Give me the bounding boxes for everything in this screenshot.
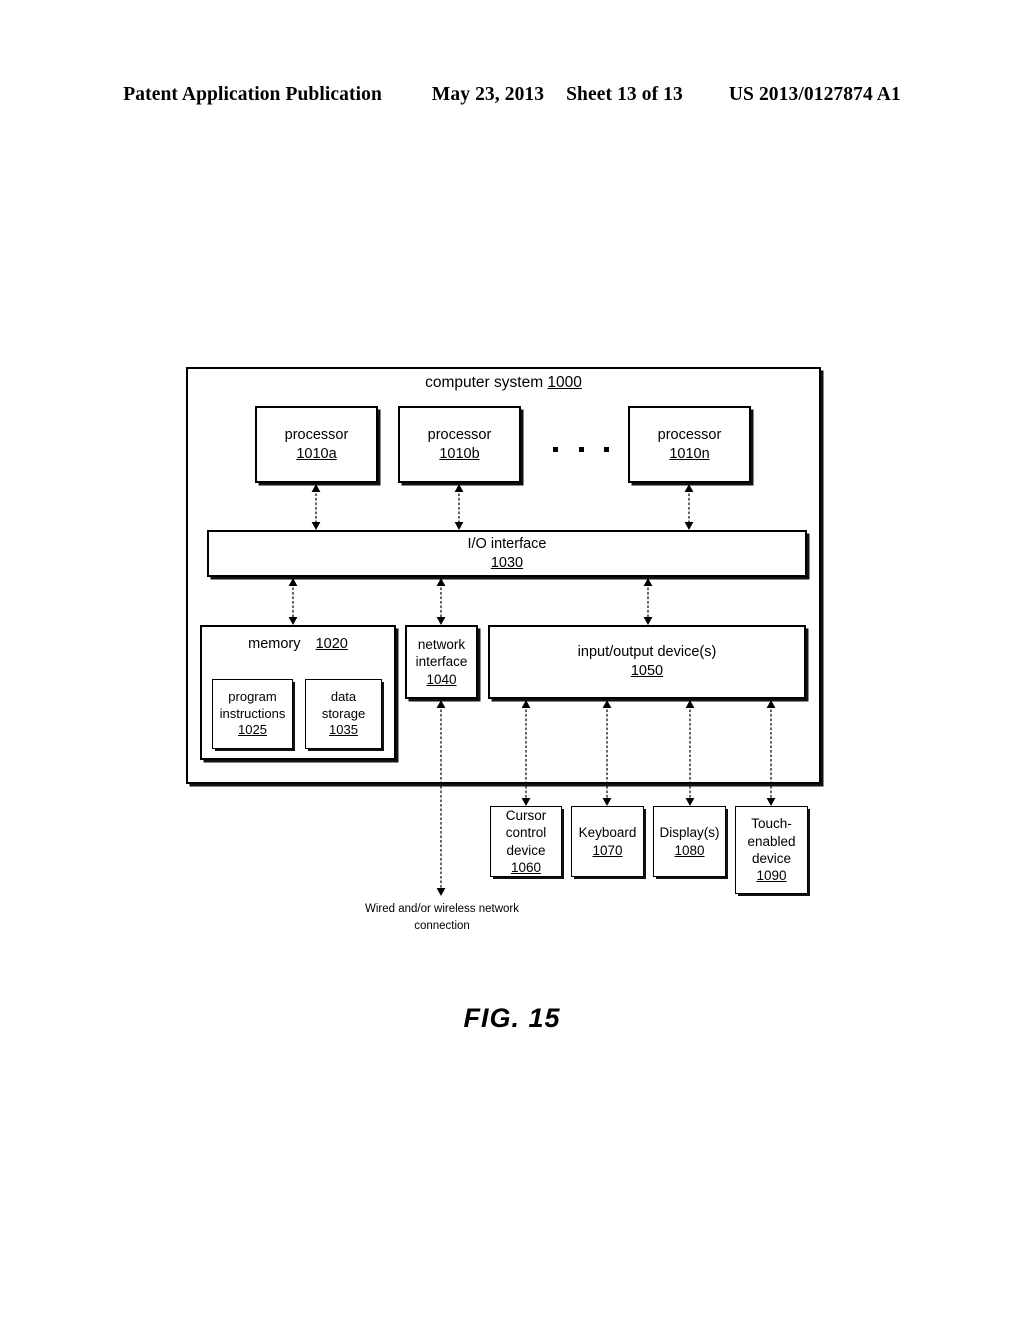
arrow-io-interface-to-io-devices (642, 578, 654, 625)
cursor-control-device-line3: device (506, 842, 546, 858)
io-interface-box: I/O interface 1030 (207, 530, 807, 577)
network-interface-ref: 1040 (426, 671, 457, 687)
program-instructions-line1: program (228, 689, 277, 705)
touch-enabled-device-line1: Touch- (751, 816, 792, 832)
arrow-processor-1010b-to-io-interface (453, 484, 465, 530)
data-storage-line1: data (330, 689, 357, 705)
processor-1010a-ref: 1010a (296, 445, 337, 462)
io-devices-ref: 1050 (630, 663, 664, 679)
network-interface-box: network interface 1040 (405, 625, 478, 699)
memory-ref: 1020 (315, 636, 348, 652)
arrow-io-devices-to-touch-enabled-device (765, 700, 777, 806)
keyboard-box: Keyboard 1070 (571, 806, 644, 877)
program-instructions-ref: 1025 (238, 722, 267, 738)
touch-enabled-device-ref: 1090 (756, 868, 787, 884)
memory-label: memory (248, 636, 301, 652)
display-box: Display(s) 1080 (653, 806, 726, 877)
program-instructions-box: program instructions 1025 (212, 679, 293, 749)
io-devices-label: input/output device(s) (577, 644, 717, 661)
computer-system-title: computer system 1000 (186, 374, 821, 392)
touch-enabled-device-line3: device (751, 851, 792, 866)
processor-1010n-ref: 1010n (669, 445, 710, 462)
computer-system-label: computer system (425, 374, 544, 391)
network-caption-line3: connection (414, 919, 470, 932)
io-interface-ref: 1030 (490, 554, 524, 571)
figure-label: FIG. 15 (463, 1003, 561, 1033)
network-connection-caption: Wired and/or wireless network connection (362, 901, 522, 934)
display-ref: 1080 (674, 842, 705, 858)
cursor-control-device-ref: 1060 (510, 859, 542, 875)
arrow-network-interface-to-network-connection (435, 700, 447, 896)
data-storage-ref: 1035 (329, 722, 358, 738)
arrow-io-interface-to-memory (287, 578, 299, 625)
keyboard-ref: 1070 (592, 842, 623, 858)
cursor-control-device-box: Cursor control device 1060 (490, 806, 562, 877)
processor-ellipsis-icon (553, 443, 609, 455)
arrow-io-devices-to-cursor-control-device (520, 700, 532, 806)
cursor-control-device-line1: Cursor (505, 807, 547, 823)
network-caption-line1: Wired and/or (364, 903, 431, 915)
io-interface-label: I/O interface (467, 535, 547, 552)
arrow-processor-1010n-to-io-interface (683, 484, 695, 530)
processor-1010b-ref: 1010b (439, 445, 480, 462)
processor-1010a-label: processor (284, 426, 349, 443)
io-devices-box: input/output device(s) 1050 (488, 625, 806, 699)
touch-enabled-device-line2: enabled (747, 833, 796, 849)
computer-system-ref: 1000 (547, 374, 582, 391)
processor-1010n-box: processor 1010n (628, 406, 751, 483)
network-caption-line2: wireless network (434, 903, 520, 915)
processor-1010b-box: processor 1010b (398, 406, 521, 483)
network-interface-line1: network (417, 637, 466, 653)
program-instructions-line2: instructions (219, 705, 286, 721)
keyboard-label: Keyboard (578, 825, 637, 841)
touch-enabled-device-box: Touch- enabled device 1090 (735, 806, 808, 894)
arrow-io-interface-to-network-interface (435, 578, 447, 625)
processor-1010b-label: processor (427, 426, 492, 443)
network-interface-line2: interface (415, 654, 468, 670)
cursor-control-device-line2: control (505, 825, 547, 841)
display-label: Display(s) (659, 825, 720, 841)
processor-1010n-label: processor (657, 426, 722, 443)
data-storage-line2: storage (321, 705, 366, 721)
arrow-io-devices-to-display (684, 700, 696, 806)
arrow-io-devices-to-keyboard (601, 700, 613, 806)
arrow-processor-1010a-to-io-interface (310, 484, 322, 530)
processor-1010a-box: processor 1010a (255, 406, 378, 483)
data-storage-box: data storage 1035 (305, 679, 382, 749)
figure-15-diagram: computer system 1000 processor 1010a pro… (0, 0, 1024, 1320)
